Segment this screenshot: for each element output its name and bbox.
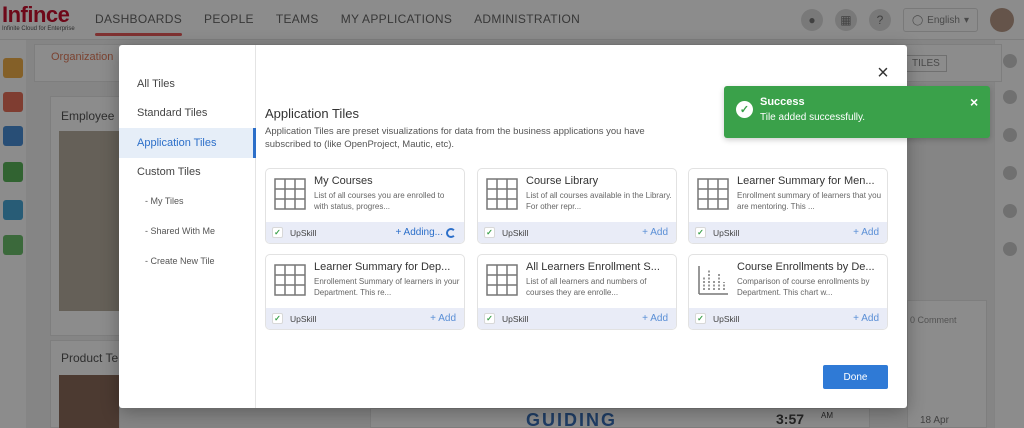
sidebar-item-create-new-tile[interactable]: - Create New Tile: [119, 246, 256, 276]
success-toast: ✓ Success Tile added successfully. ×: [724, 86, 990, 138]
sidebar-item-standard-tiles[interactable]: Standard Tiles: [119, 98, 256, 128]
table-icon: [274, 178, 306, 210]
done-button[interactable]: Done: [823, 365, 888, 389]
upskill-icon: ✓: [272, 227, 283, 238]
tile-card[interactable]: Course Enrollments by De... Comparison o…: [688, 254, 888, 330]
table-icon: [486, 264, 518, 296]
tile-add-button[interactable]: + Add: [853, 313, 879, 324]
tile-description: Enrollement Summary of learners in your …: [314, 277, 460, 297]
modal-sidebar: All Tiles Standard Tiles Application Til…: [119, 45, 256, 408]
tile-app-name: UpSkill: [713, 227, 740, 238]
upskill-icon: ✓: [484, 313, 495, 324]
sidebar-item-shared-with-me[interactable]: - Shared With Me: [119, 216, 256, 246]
tile-app-name: UpSkill: [290, 313, 317, 324]
tile-name: Learner Summary for Dep...: [314, 261, 451, 273]
toast-message: Tile added successfully.: [760, 112, 866, 123]
sidebar-item-application-tiles[interactable]: Application Tiles: [119, 128, 256, 158]
tile-app-name: UpSkill: [502, 227, 529, 238]
tile-card[interactable]: Learner Summary for Dep... Enrollement S…: [265, 254, 465, 330]
table-icon: [486, 178, 518, 210]
tile-description: List of all courses you are enrolled to …: [314, 191, 445, 211]
tile-footer: ✓ UpSkill + Add: [266, 308, 464, 329]
bar-chart-icon: [698, 266, 728, 295]
tile-name: Course Enrollments by De...: [737, 261, 875, 273]
close-icon[interactable]: ×: [874, 63, 892, 83]
close-icon[interactable]: ×: [970, 94, 978, 110]
table-icon: [697, 178, 729, 210]
section-title: Application Tiles: [265, 106, 359, 121]
tile-app-name: UpSkill: [713, 313, 740, 324]
check-circle-icon: ✓: [736, 101, 753, 118]
tile-card[interactable]: My Courses List of all courses you are e…: [265, 168, 465, 244]
toast-title: Success: [760, 96, 805, 108]
tile-footer: ✓ UpSkill + Adding...: [266, 222, 464, 243]
section-description: Application Tiles are preset visualizati…: [265, 126, 645, 150]
tile-description: Enrollment summary of learners that you …: [737, 191, 882, 211]
tile-app-name: UpSkill: [502, 313, 529, 324]
tile-card[interactable]: Course Library List of all courses avail…: [477, 168, 677, 244]
upskill-icon: ✓: [484, 227, 495, 238]
sidebar-item-my-tiles[interactable]: - My Tiles: [119, 186, 256, 216]
tile-name: All Learners Enrollment S...: [526, 261, 660, 273]
tile-card[interactable]: Learner Summary for Men... Enrollment su…: [688, 168, 888, 244]
tile-footer: ✓ UpSkill + Add: [689, 308, 887, 329]
tile-add-button[interactable]: + Add: [642, 227, 668, 238]
sidebar-item-custom-tiles[interactable]: Custom Tiles: [119, 157, 256, 187]
upskill-icon: ✓: [695, 313, 706, 324]
tile-description: List of all learners and numbers of cour…: [526, 277, 647, 297]
tile-add-button[interactable]: + Add: [853, 227, 879, 238]
tile-name: My Courses: [314, 175, 373, 187]
spinner-icon: [446, 227, 456, 238]
tile-add-button[interactable]: + Add: [642, 313, 668, 324]
tile-footer: ✓ UpSkill + Add: [689, 222, 887, 243]
tile-card[interactable]: All Learners Enrollment S... List of all…: [477, 254, 677, 330]
tile-add-label: + Adding...: [395, 227, 443, 238]
tile-name: Course Library: [526, 175, 599, 187]
table-icon: [274, 264, 306, 296]
tile-description: Comparison of course enrollments by Depa…: [737, 277, 870, 297]
tile-description: List of all courses available in the Lib…: [526, 191, 672, 211]
tile-add-button[interactable]: + Add: [430, 313, 456, 324]
tile-app-name: UpSkill: [290, 227, 317, 238]
sidebar-item-all-tiles[interactable]: All Tiles: [119, 69, 256, 99]
upskill-icon: ✓: [695, 227, 706, 238]
tile-add-button[interactable]: + Adding...: [395, 227, 456, 238]
tile-footer: ✓ UpSkill + Add: [478, 308, 676, 329]
upskill-icon: ✓: [272, 313, 283, 324]
tile-footer: ✓ UpSkill + Add: [478, 222, 676, 243]
tile-name: Learner Summary for Men...: [737, 175, 875, 187]
